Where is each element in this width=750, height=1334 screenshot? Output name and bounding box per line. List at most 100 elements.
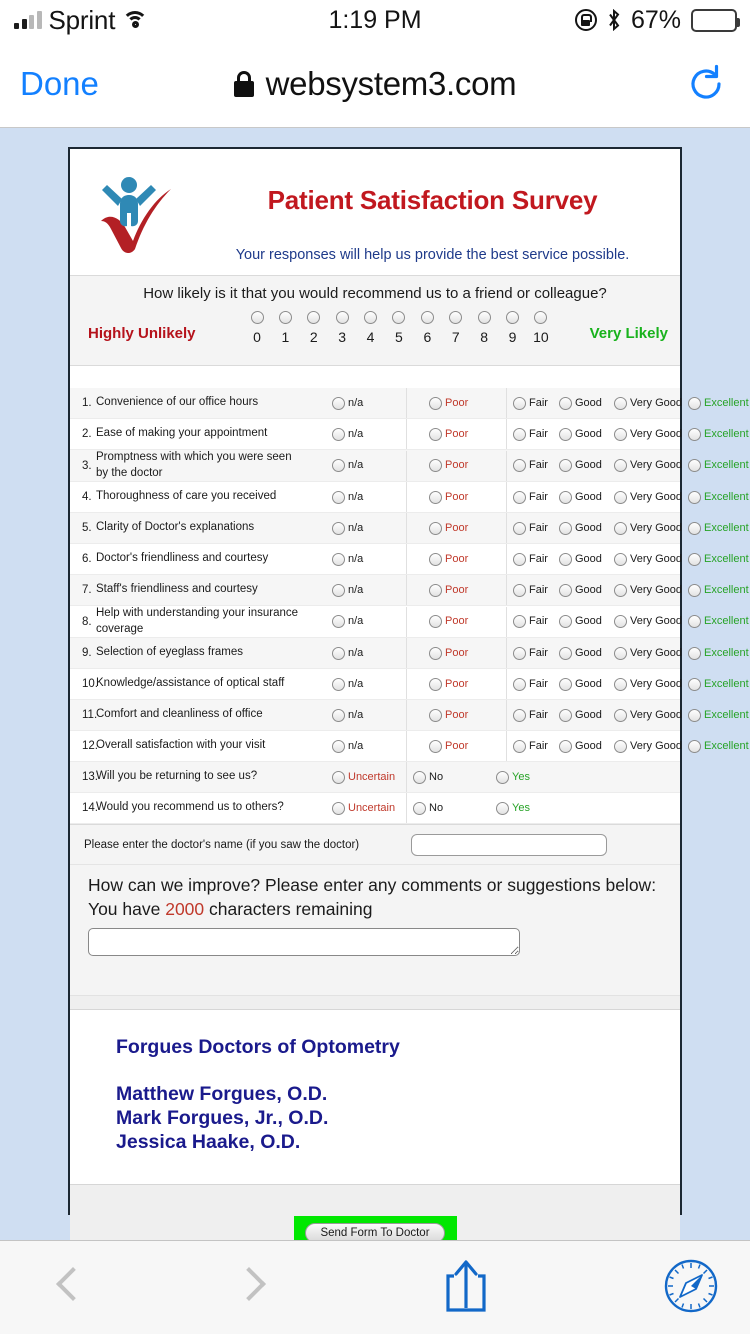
radio-icon[interactable] — [429, 708, 442, 722]
option-n-a[interactable]: n/a — [332, 739, 363, 753]
option-good[interactable]: Good — [559, 459, 602, 473]
radio-icon[interactable] — [332, 427, 345, 441]
option-fair[interactable]: Fair — [513, 615, 548, 629]
option-n-a[interactable]: n/a — [332, 521, 363, 535]
radio-icon[interactable] — [513, 739, 526, 753]
option-n-a[interactable]: n/a — [332, 396, 363, 410]
option-n-a[interactable]: n/a — [332, 490, 363, 504]
radio-icon[interactable] — [332, 677, 345, 691]
nps-radio-4[interactable] — [357, 309, 385, 325]
radio-icon[interactable] — [332, 490, 345, 504]
option-yes[interactable]: Yes — [496, 770, 530, 784]
option-n-a[interactable]: n/a — [332, 459, 363, 473]
radio-icon[interactable] — [429, 615, 442, 629]
nps-radio-7[interactable] — [442, 309, 470, 325]
option-fair[interactable]: Fair — [513, 396, 548, 410]
radio-icon[interactable] — [513, 521, 526, 535]
radio-icon[interactable] — [614, 396, 627, 410]
radio-icon[interactable] — [534, 311, 548, 324]
option-good[interactable]: Good — [559, 490, 602, 504]
radio-icon[interactable] — [614, 615, 627, 629]
radio-icon[interactable] — [278, 311, 292, 324]
option-n-a[interactable]: n/a — [332, 583, 363, 597]
radio-icon[interactable] — [559, 677, 572, 691]
radio-icon[interactable] — [429, 521, 442, 535]
send-form-button[interactable]: Send Form To Doctor — [305, 1223, 445, 1240]
radio-icon[interactable] — [559, 427, 572, 441]
option-poor[interactable]: Poor — [429, 646, 468, 660]
option-very-good[interactable]: Very Good — [614, 739, 682, 753]
radio-icon[interactable] — [614, 739, 627, 753]
option-poor[interactable]: Poor — [429, 396, 468, 410]
radio-icon[interactable] — [688, 490, 701, 504]
radio-icon[interactable] — [332, 615, 345, 629]
radio-icon[interactable] — [413, 801, 426, 815]
radio-icon[interactable] — [559, 708, 572, 722]
option-excellent[interactable]: Excellent — [688, 677, 749, 691]
option-good[interactable]: Good — [559, 739, 602, 753]
option-n-a[interactable]: n/a — [332, 646, 363, 660]
option-very-good[interactable]: Very Good — [614, 708, 682, 722]
radio-icon[interactable] — [332, 708, 345, 722]
doctor-name-input[interactable] — [411, 833, 608, 856]
radio-icon[interactable] — [332, 739, 345, 753]
radio-icon[interactable] — [496, 770, 509, 784]
radio-icon[interactable] — [413, 770, 426, 784]
radio-icon[interactable] — [688, 739, 701, 753]
option-good[interactable]: Good — [559, 552, 602, 566]
option-good[interactable]: Good — [559, 427, 602, 441]
address-bar[interactable]: websystem3.com — [0, 65, 750, 103]
nps-radio-6[interactable] — [413, 309, 441, 325]
radio-icon[interactable] — [688, 552, 701, 566]
option-fair[interactable]: Fair — [513, 739, 548, 753]
option-no[interactable]: No — [413, 770, 443, 784]
option-good[interactable]: Good — [559, 583, 602, 597]
radio-icon[interactable] — [614, 521, 627, 535]
radio-icon[interactable] — [513, 677, 526, 691]
option-very-good[interactable]: Very Good — [614, 490, 682, 504]
radio-icon[interactable] — [688, 583, 701, 597]
option-fair[interactable]: Fair — [513, 552, 548, 566]
radio-icon[interactable] — [429, 677, 442, 691]
option-very-good[interactable]: Very Good — [614, 396, 682, 410]
radio-icon[interactable] — [559, 646, 572, 660]
reload-icon[interactable] — [686, 64, 726, 104]
option-n-a[interactable]: n/a — [332, 708, 363, 722]
radio-icon[interactable] — [559, 396, 572, 410]
option-excellent[interactable]: Excellent — [688, 521, 749, 535]
radio-icon[interactable] — [559, 583, 572, 597]
radio-icon[interactable] — [559, 459, 572, 473]
option-very-good[interactable]: Very Good — [614, 646, 682, 660]
radio-icon[interactable] — [332, 396, 345, 410]
option-very-good[interactable]: Very Good — [614, 583, 682, 597]
option-poor[interactable]: Poor — [429, 490, 468, 504]
option-n-a[interactable]: n/a — [332, 677, 363, 691]
radio-icon[interactable] — [688, 708, 701, 722]
option-excellent[interactable]: Excellent — [688, 739, 749, 753]
radio-icon[interactable] — [614, 708, 627, 722]
option-poor[interactable]: Poor — [429, 552, 468, 566]
option-very-good[interactable]: Very Good — [614, 459, 682, 473]
option-good[interactable]: Good — [559, 615, 602, 629]
option-very-good[interactable]: Very Good — [614, 521, 682, 535]
radio-icon[interactable] — [477, 311, 491, 324]
radio-icon[interactable] — [332, 770, 345, 784]
option-excellent[interactable]: Excellent — [688, 583, 749, 597]
option-fair[interactable]: Fair — [513, 490, 548, 504]
radio-icon[interactable] — [496, 801, 509, 815]
option-poor[interactable]: Poor — [429, 427, 468, 441]
radio-icon[interactable] — [614, 459, 627, 473]
nps-radio-9[interactable] — [499, 309, 527, 325]
radio-icon[interactable] — [614, 646, 627, 660]
option-excellent[interactable]: Excellent — [688, 615, 749, 629]
radio-icon[interactable] — [429, 490, 442, 504]
option-good[interactable]: Good — [559, 646, 602, 660]
radio-icon[interactable] — [688, 521, 701, 535]
option-excellent[interactable]: Excellent — [688, 427, 749, 441]
nps-radio-1[interactable] — [271, 309, 299, 325]
radio-icon[interactable] — [559, 490, 572, 504]
radio-icon[interactable] — [332, 459, 345, 473]
radio-icon[interactable] — [307, 311, 321, 324]
option-fair[interactable]: Fair — [513, 677, 548, 691]
option-good[interactable]: Good — [559, 708, 602, 722]
